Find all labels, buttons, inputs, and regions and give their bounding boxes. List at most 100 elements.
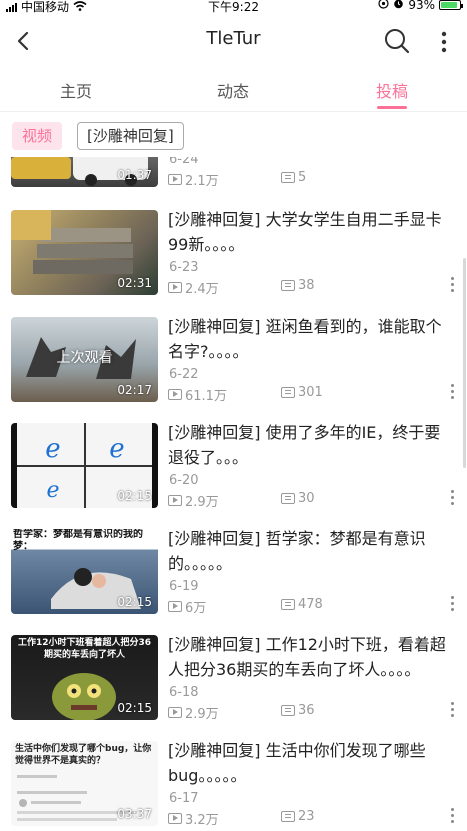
video-duration: 01:37 [117, 168, 152, 182]
video-item[interactable]: 01:37 6-24 2.1万 5 [0, 157, 467, 208]
item-more-button[interactable] [445, 697, 459, 721]
danmaku-icon [281, 172, 295, 183]
video-thumbnail[interactable]: 上次观看 02:17 [11, 317, 158, 402]
play-icon [168, 174, 182, 185]
danmaku-icon [281, 811, 295, 822]
video-date: 6-23 [169, 260, 199, 275]
video-item[interactable]: 哲学家：梦都是有意识的我的梦： 02:15 [沙雕神回复] 哲学家：梦都是有意识… [0, 529, 467, 635]
danmaku-icon [281, 599, 295, 610]
status-right: 93% [378, 0, 463, 12]
danmaku-icon [281, 705, 295, 716]
play-count-value: 2.4万 [185, 282, 219, 297]
play-count-value: 2.1万 [185, 174, 219, 189]
danmaku-count: 478 [281, 597, 323, 612]
danmaku-count-value: 38 [298, 278, 315, 293]
more-vertical-icon [441, 31, 447, 53]
play-icon [168, 601, 182, 612]
danmaku-count: 36 [281, 703, 315, 718]
video-item[interactable]: 上次观看 02:17 [沙雕神回复] 逛闲鱼看到的，谁能取个名字?。。。。 6-… [0, 317, 467, 423]
tab-home[interactable]: 主页 [16, 78, 136, 102]
video-title[interactable]: [沙雕神回复] 工作12小时下班，看着超人把分36期买的车丢向了坏人。。。。 [168, 632, 454, 682]
video-duration: 02:15 [117, 595, 152, 609]
last-watched-overlay: 上次观看 [56, 350, 113, 366]
play-icon [168, 707, 182, 718]
danmaku-count-value: 23 [298, 809, 315, 824]
video-thumbnail[interactable]: 工作12小时下班看着超人把分36期买的车丢向了坏人 02:15 [11, 635, 158, 720]
battery-percent: 93% [408, 0, 435, 12]
video-duration: 02:15 [117, 489, 152, 503]
tab-bar: 主页 动态 投稿 [0, 68, 467, 112]
video-title[interactable]: [沙雕神回复] 使用了多年的IE，终于要退役了。。。 [168, 420, 454, 470]
video-thumbnail[interactable]: 生活中你们发现了哪个bug，让你觉得世界不是真实的？ 03:37 [11, 741, 158, 826]
danmaku-count-value: 30 [298, 491, 315, 506]
video-title[interactable]: [沙雕神回复] 生活中你们发现了哪些bug。。。。。 [168, 738, 454, 788]
tab-uploads[interactable]: 投稿 [332, 78, 452, 102]
video-title[interactable]: [沙雕神回复] 大学女学生自用二手显卡99新。。。。 [168, 207, 454, 257]
video-title[interactable]: [沙雕神回复] 逛闲鱼看到的，谁能取个名字?。。。。 [168, 314, 454, 364]
status-bar: 中国移动 下午9:22 93% [0, 0, 467, 14]
play-icon [168, 813, 182, 824]
filter-chip-video[interactable]: 视频 [12, 122, 63, 150]
item-more-button[interactable] [445, 803, 459, 827]
play-count: 2.9万 [168, 491, 219, 510]
item-more-button[interactable] [445, 591, 459, 615]
item-more-button[interactable] [445, 272, 459, 296]
more-button[interactable] [430, 28, 458, 56]
svg-text:e: e [109, 434, 124, 464]
video-duration: 02:17 [117, 383, 152, 397]
video-date: 6-19 [169, 579, 199, 594]
title-bar: TleTur [0, 14, 467, 68]
play-count: 6万 [168, 597, 206, 616]
danmaku-icon [281, 387, 295, 398]
video-title[interactable]: [沙雕神回复] 哲学家：梦都是有意识的。。。。。 [168, 526, 454, 576]
scrollbar[interactable] [463, 258, 466, 468]
video-date: 6-17 [169, 791, 199, 806]
video-item[interactable]: 生活中你们发现了哪个bug，让你觉得世界不是真实的？ 03:37 [沙雕神回复]… [0, 741, 467, 831]
play-count: 2.1万 [168, 170, 219, 189]
video-thumbnail[interactable]: 01:37 [11, 157, 158, 187]
video-duration: 02:31 [117, 276, 152, 290]
video-duration: 03:37 [117, 807, 152, 821]
video-duration: 02:15 [117, 701, 152, 715]
play-icon [168, 389, 182, 400]
danmaku-count: 23 [281, 809, 315, 824]
play-count-value: 61.1万 [185, 389, 227, 404]
play-count-value: 3.2万 [185, 813, 219, 828]
filter-bar: 视频 [沙雕神回复] [0, 112, 467, 160]
search-button[interactable] [382, 26, 412, 56]
video-item[interactable]: e e e 02:15 [沙雕神回复] 使用了多年的IE，终于要退役了。。。 6… [0, 423, 467, 529]
play-count: 61.1万 [168, 385, 227, 404]
danmaku-count: 301 [281, 385, 323, 400]
item-more-button[interactable] [445, 485, 459, 509]
item-more-button[interactable] [445, 379, 459, 403]
tab-dynamic[interactable]: 动态 [173, 78, 293, 102]
alarm-icon [393, 0, 404, 12]
video-date: 6-18 [169, 685, 199, 700]
play-count-value: 6万 [185, 601, 207, 616]
video-item[interactable]: 工作12小时下班看着超人把分36期买的车丢向了坏人 02:15 [沙雕神回复] … [0, 635, 467, 741]
danmaku-count-value: 36 [298, 703, 315, 718]
active-tab-indicator [377, 106, 407, 109]
play-count-value: 2.9万 [185, 707, 219, 722]
danmaku-icon [281, 493, 295, 504]
danmaku-count-value: 5 [298, 170, 307, 185]
battery-icon [439, 0, 463, 10]
video-thumbnail[interactable]: e e e 02:15 [11, 423, 158, 508]
play-count-value: 2.9万 [185, 495, 219, 510]
video-thumbnail[interactable]: 02:31 [11, 210, 158, 295]
video-item[interactable]: 02:31 [沙雕神回复] 大学女学生自用二手显卡99新。。。。 6-23 2.… [0, 210, 467, 316]
search-icon [385, 29, 410, 54]
filter-chip-collection[interactable]: [沙雕神回复] [77, 122, 184, 150]
play-icon [168, 282, 182, 293]
play-count: 2.4万 [168, 278, 219, 297]
video-thumbnail[interactable]: 哲学家：梦都是有意识的我的梦： 02:15 [11, 529, 158, 614]
danmaku-icon [281, 280, 295, 291]
video-list[interactable]: 01:37 6-24 2.1万 5 02:31 [沙雕神回复] 大学女学生自用二… [0, 157, 467, 831]
danmaku-count: 30 [281, 491, 315, 506]
danmaku-count: 38 [281, 278, 315, 293]
video-date: 6-22 [169, 367, 199, 382]
svg-text:e: e [46, 478, 59, 503]
play-count: 3.2万 [168, 809, 219, 828]
location-icon [378, 0, 389, 12]
play-count: 2.9万 [168, 703, 219, 722]
